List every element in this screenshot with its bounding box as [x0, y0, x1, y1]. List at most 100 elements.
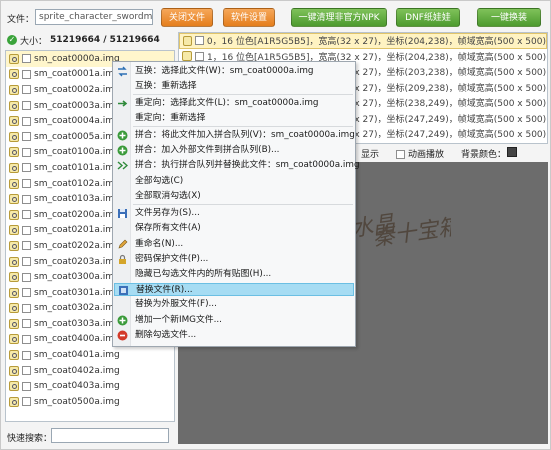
- context-menu-item[interactable]: 密码保护文件(P)...: [114, 253, 354, 266]
- file-checkbox[interactable]: [22, 272, 31, 282]
- menu-item-label: 拼合：加入外部文件到拼合队列(B)...: [135, 145, 280, 155]
- animation-toggle[interactable]: 动画播放: [396, 147, 444, 160]
- frame-info-text: 0，16 位色[A1R5G5B5]，宽高(32 x 27)，坐标(204,238…: [206, 37, 546, 48]
- dnf-paperdoll-button[interactable]: DNF纸娃娃: [396, 8, 460, 27]
- context-menu-item[interactable]: 互换：选择此文件(W)：sm_coat0000a.img: [114, 65, 354, 78]
- preview-icon[interactable]: [9, 350, 19, 361]
- frame-checkbox[interactable]: [195, 36, 204, 46]
- context-menu-item[interactable]: 保存所有文件(A): [114, 222, 354, 235]
- preview-icon[interactable]: [9, 240, 19, 251]
- menu-item-label: 全部取消勾选(X): [135, 191, 201, 201]
- preview-icon[interactable]: [9, 194, 19, 205]
- search-input[interactable]: [51, 428, 169, 443]
- frame-checkbox[interactable]: [195, 51, 204, 61]
- file-checkbox[interactable]: [22, 241, 31, 251]
- context-menu-item[interactable]: 全部勾选(C): [114, 175, 354, 188]
- settings-button[interactable]: 软件设置: [223, 8, 275, 27]
- preview-icon[interactable]: [9, 84, 19, 95]
- file-name: sm_coat0001a.img: [34, 69, 120, 80]
- file-checkbox[interactable]: [22, 225, 31, 235]
- file-list-item[interactable]: sm_coat0500a.img: [6, 394, 174, 410]
- preview-icon[interactable]: [9, 162, 19, 173]
- preview-icon[interactable]: [9, 318, 19, 329]
- bg-color-swatch[interactable]: [507, 147, 517, 158]
- context-menu-item[interactable]: 文件另存为(S)...: [114, 207, 354, 220]
- preview-icon[interactable]: [9, 272, 19, 283]
- preview-icon[interactable]: [9, 100, 19, 111]
- preview-icon[interactable]: [9, 116, 19, 127]
- file-name: sm_coat0201a.img: [34, 225, 120, 236]
- file-checkbox[interactable]: [22, 85, 31, 95]
- context-menu-item[interactable]: 隐藏已勾选文件内的所有贴图(H)...: [114, 268, 354, 281]
- app-window: 文件： sprite_character_swordma 关闭文件 软件设置 一…: [0, 0, 551, 450]
- file-path-field[interactable]: sprite_character_swordma: [35, 9, 153, 25]
- preview-icon[interactable]: [9, 396, 19, 407]
- preview-icon[interactable]: [9, 178, 19, 189]
- check-icon: ✓: [7, 35, 17, 45]
- frame-icon: [182, 51, 192, 62]
- file-checkbox[interactable]: [22, 101, 31, 111]
- context-menu-item[interactable]: 删除勾选文件...: [114, 329, 354, 342]
- preview-icon[interactable]: [9, 209, 19, 220]
- context-menu-item[interactable]: 互换：重新选择: [114, 80, 354, 93]
- file-name: sm_coat0002a.img: [34, 84, 120, 95]
- file-checkbox[interactable]: [22, 163, 31, 173]
- context-menu-item[interactable]: 替换文件(R)...: [114, 283, 354, 296]
- lock-icon: [117, 254, 128, 265]
- preview-icon[interactable]: [9, 225, 19, 236]
- preview-icon[interactable]: [9, 69, 19, 80]
- preview-icon[interactable]: [9, 381, 19, 392]
- file-checkbox[interactable]: [22, 116, 31, 126]
- file-list-item[interactable]: sm_coat0403a.img: [6, 378, 174, 394]
- context-menu: 互换：选择此文件(W)：sm_coat0000a.img 互换：重新选择重定向：选…: [112, 61, 360, 347]
- context-menu-item[interactable]: 重定向：重新选择: [114, 112, 354, 125]
- file-checkbox[interactable]: [22, 69, 31, 79]
- preview-icon[interactable]: [9, 365, 19, 376]
- file-name: sm_coat0200a.img: [34, 209, 120, 220]
- preview-icon[interactable]: [9, 303, 19, 314]
- preview-icon[interactable]: [9, 256, 19, 267]
- file-checkbox[interactable]: [22, 366, 31, 376]
- preview-icon[interactable]: [9, 334, 19, 345]
- file-checkbox[interactable]: [22, 397, 31, 407]
- clean-npk-button[interactable]: 一键清理非官方NPK: [291, 8, 387, 27]
- change-outfit-button[interactable]: 一键换装: [477, 8, 541, 27]
- context-menu-item[interactable]: 重命名(N)...: [114, 238, 354, 251]
- file-checkbox[interactable]: [22, 288, 31, 298]
- preview-icon[interactable]: [9, 287, 19, 298]
- preview-icon[interactable]: [9, 147, 19, 158]
- file-checkbox[interactable]: [22, 147, 31, 157]
- add-icon: [117, 145, 128, 156]
- context-menu-item[interactable]: 拼合：执行拼合队列并替换此文件：sm_coat0000a.img: [114, 159, 360, 172]
- file-checkbox[interactable]: [22, 210, 31, 220]
- file-checkbox[interactable]: [22, 303, 31, 313]
- context-menu-item[interactable]: 重定向：选择此文件(L)：sm_coat0000a.img: [114, 97, 354, 110]
- color-swatch-icon[interactable]: [507, 147, 517, 157]
- frame-info-row[interactable]: 0，16 位色[A1R5G5B5]，宽高(32 x 27)，坐标(204,238…: [179, 33, 547, 49]
- context-menu-item[interactable]: 拼合：将此文件加入拼合队列(V)：sm_coat0000a.img: [114, 129, 355, 142]
- preview-icon[interactable]: [9, 131, 19, 142]
- menu-item-label: 重命名(N)...: [135, 239, 184, 249]
- merge-icon: [117, 160, 129, 171]
- context-menu-item[interactable]: 增加一个新IMG文件...: [114, 314, 354, 327]
- context-menu-item[interactable]: 替换为外服文件(F)...: [114, 298, 354, 311]
- close-file-button[interactable]: 关闭文件: [161, 8, 213, 27]
- context-menu-item[interactable]: 拼合：加入外部文件到拼合队列(B)...: [114, 144, 354, 157]
- preview-icon[interactable]: [9, 53, 19, 64]
- file-checkbox[interactable]: [22, 257, 31, 267]
- menu-item-label: 互换：重新选择: [135, 81, 197, 91]
- file-checkbox[interactable]: [22, 334, 31, 344]
- file-checkbox[interactable]: [22, 54, 31, 64]
- file-checkbox[interactable]: [22, 319, 31, 329]
- file-checkbox[interactable]: [22, 132, 31, 142]
- file-list-item[interactable]: sm_coat0402a.img: [6, 363, 174, 379]
- file-checkbox[interactable]: [22, 350, 31, 360]
- animation-checkbox[interactable]: [396, 150, 405, 159]
- file-checkbox[interactable]: [22, 179, 31, 189]
- file-checkbox[interactable]: [22, 381, 31, 391]
- file-checkbox[interactable]: [22, 194, 31, 204]
- context-menu-item[interactable]: 全部取消勾选(X): [114, 190, 354, 203]
- file-name: sm_coat0302a.img: [34, 303, 120, 314]
- top-toolbar: 文件： sprite_character_swordma 关闭文件 软件设置 一…: [1, 1, 550, 29]
- file-list-item[interactable]: sm_coat0401a.img: [6, 347, 174, 363]
